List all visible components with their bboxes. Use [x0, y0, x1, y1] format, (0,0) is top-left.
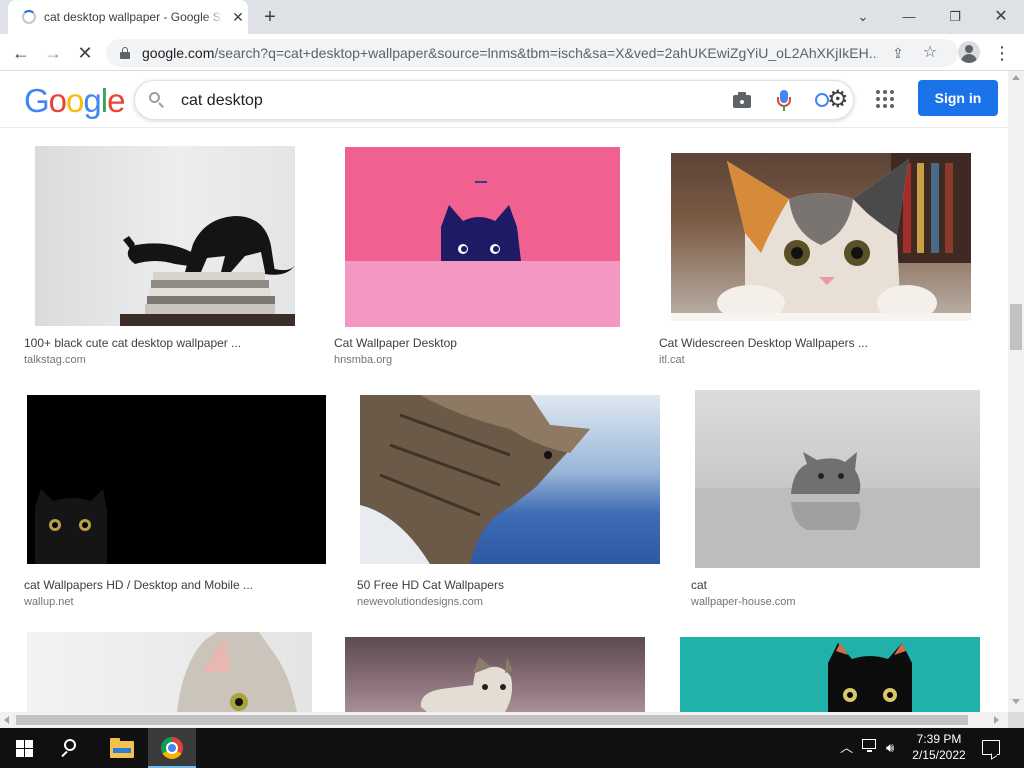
result-source[interactable]: itl.cat [659, 354, 685, 366]
clock-date[interactable]: 2/15/2022 [904, 748, 974, 762]
logo-letter: G [24, 82, 50, 119]
close-icon[interactable]: ✕ [230, 9, 246, 25]
image-result[interactable]: cat Wallpapers HD / Desktop and Mobile .… [20, 388, 340, 610]
google-header: Google ⚙ Sign in [0, 71, 1008, 128]
tabby-cat-image [360, 395, 590, 564]
scroll-up-icon[interactable] [1012, 75, 1020, 80]
result-thumbnail[interactable] [695, 390, 980, 568]
result-thumbnail[interactable] [35, 146, 295, 326]
address-bar[interactable]: google.com/search?q=cat+desktop+wallpape… [106, 39, 958, 67]
restore-button[interactable]: ❐ [943, 5, 967, 29]
more-menu-icon[interactable]: ⋮ [992, 40, 1012, 66]
scroll-right-icon[interactable] [994, 716, 999, 724]
notification-icon[interactable] [982, 740, 1000, 760]
url-text[interactable]: google.com/search?q=cat+desktop+wallpape… [142, 45, 878, 61]
tabby-kitten-image [420, 657, 513, 712]
kitten-image [671, 153, 971, 321]
logo-letter: g [83, 82, 101, 119]
image-result[interactable]: cat wallpaper-house.com [687, 388, 988, 610]
share-icon[interactable]: ⇪ [888, 43, 908, 63]
white-cat-image [177, 632, 297, 712]
search-box: ⚙ [134, 80, 854, 120]
search-input[interactable] [181, 90, 681, 112]
windows-taskbar: ︿ 🔊︎ 7:39 PM 2/15/2022 [0, 728, 1024, 768]
tab-strip: cat desktop wallpaper - Google Search ✕ … [0, 0, 1024, 34]
url-path: /search?q=cat+desktop+wallpaper&source=l… [214, 45, 878, 61]
url-host: google.com [142, 45, 215, 61]
logo-letter: e [107, 82, 125, 119]
scroll-left-icon[interactable] [4, 716, 9, 724]
image-result[interactable]: 100+ black cute cat desktop wallpaper ..… [20, 146, 310, 368]
sign-in-button[interactable]: Sign in [918, 80, 998, 116]
new-tab-button[interactable]: + [258, 5, 282, 29]
result-thumbnail[interactable] [680, 637, 980, 712]
browser-tab[interactable]: cat desktop wallpaper - Google Search ✕ [8, 0, 248, 34]
result-source[interactable]: wallup.net [24, 596, 74, 608]
image-result[interactable]: Cat Wallpaper Desktop hnsmba.org [330, 146, 635, 368]
logo-letter: o [66, 82, 84, 119]
result-title[interactable]: Cat Wallpaper Desktop [334, 336, 457, 350]
result-title[interactable]: cat Wallpapers HD / Desktop and Mobile .… [24, 578, 253, 592]
apps-grid-icon[interactable] [876, 90, 894, 108]
vertical-scrollbar[interactable] [1008, 71, 1024, 712]
star-icon[interactable]: ☆ [920, 43, 940, 63]
result-thumbnail[interactable] [27, 395, 326, 564]
scroll-down-icon[interactable] [1012, 699, 1020, 704]
image-result[interactable] [20, 630, 320, 712]
grey-kitten-image [695, 452, 980, 568]
lens-settings-icon[interactable]: ⚙ [815, 87, 849, 113]
file-explorer-icon[interactable] [110, 738, 134, 758]
lock-icon[interactable] [120, 47, 130, 59]
tab-title: cat desktop wallpaper - Google Search [44, 10, 220, 24]
google-logo[interactable]: Google [24, 82, 125, 120]
result-title[interactable]: 100+ black cute cat desktop wallpaper ..… [24, 336, 241, 350]
result-thumbnail[interactable] [345, 637, 645, 712]
search-icon[interactable] [149, 92, 165, 108]
horizontal-scroll-thumb[interactable] [16, 715, 968, 725]
result-thumbnail[interactable] [671, 153, 971, 321]
black-cat-dark-image [35, 489, 107, 564]
volume-icon[interactable]: 🔊︎ [886, 739, 894, 757]
result-thumbnail[interactable] [27, 632, 312, 712]
result-source[interactable]: talkstag.com [24, 354, 86, 366]
image-result[interactable]: Cat Widescreen Desktop Wallpapers ... it… [655, 146, 988, 368]
result-source[interactable]: wallpaper-house.com [691, 596, 796, 608]
scroll-corner [1008, 712, 1024, 728]
result-thumbnail[interactable] [345, 147, 620, 327]
image-result[interactable]: 50 Free HD Cat Wallpapers newevolutionde… [353, 388, 666, 610]
network-icon[interactable] [862, 739, 880, 753]
tray-overflow-chevron-icon[interactable]: ︿ [840, 739, 853, 757]
result-source[interactable]: hnsmba.org [334, 354, 392, 366]
image-result[interactable] [672, 636, 988, 712]
loading-spinner-icon [22, 10, 36, 24]
camera-icon[interactable] [733, 92, 751, 108]
result-source[interactable]: newevolutiondesigns.com [357, 596, 483, 608]
black-cat-image [120, 216, 295, 326]
close-window-button[interactable]: ✕ [989, 5, 1013, 29]
logo-letter: o [48, 82, 67, 119]
stop-loading-button[interactable]: ✕ [72, 40, 98, 66]
taskbar-search-icon[interactable] [58, 737, 82, 761]
minimize-button[interactable]: — [897, 5, 921, 29]
chrome-icon [161, 737, 183, 759]
vertical-scroll-thumb[interactable] [1010, 304, 1022, 350]
image-result[interactable] [338, 636, 648, 712]
back-button[interactable]: ← [8, 40, 34, 66]
result-title[interactable]: 50 Free HD Cat Wallpapers [357, 578, 504, 592]
result-thumbnail[interactable] [360, 395, 660, 564]
windows-start-icon[interactable] [16, 740, 33, 757]
microphone-icon[interactable] [777, 90, 791, 112]
tab-search-chevron-icon[interactable]: ⌄ [851, 5, 875, 29]
horizontal-scrollbar[interactable] [0, 712, 1008, 728]
pink-cat-image [345, 181, 620, 327]
clock-time[interactable]: 7:39 PM [904, 732, 974, 746]
result-title[interactable]: Cat Widescreen Desktop Wallpapers ... [659, 336, 868, 350]
teal-black-cat-image [828, 643, 912, 712]
forward-button[interactable]: → [40, 40, 66, 66]
browser-toolbar: ← → ✕ google.com/search?q=cat+desktop+wa… [0, 34, 1024, 71]
result-title[interactable]: cat [691, 578, 707, 592]
profile-avatar-icon[interactable] [958, 41, 980, 63]
taskbar-chrome-button[interactable] [148, 728, 196, 768]
